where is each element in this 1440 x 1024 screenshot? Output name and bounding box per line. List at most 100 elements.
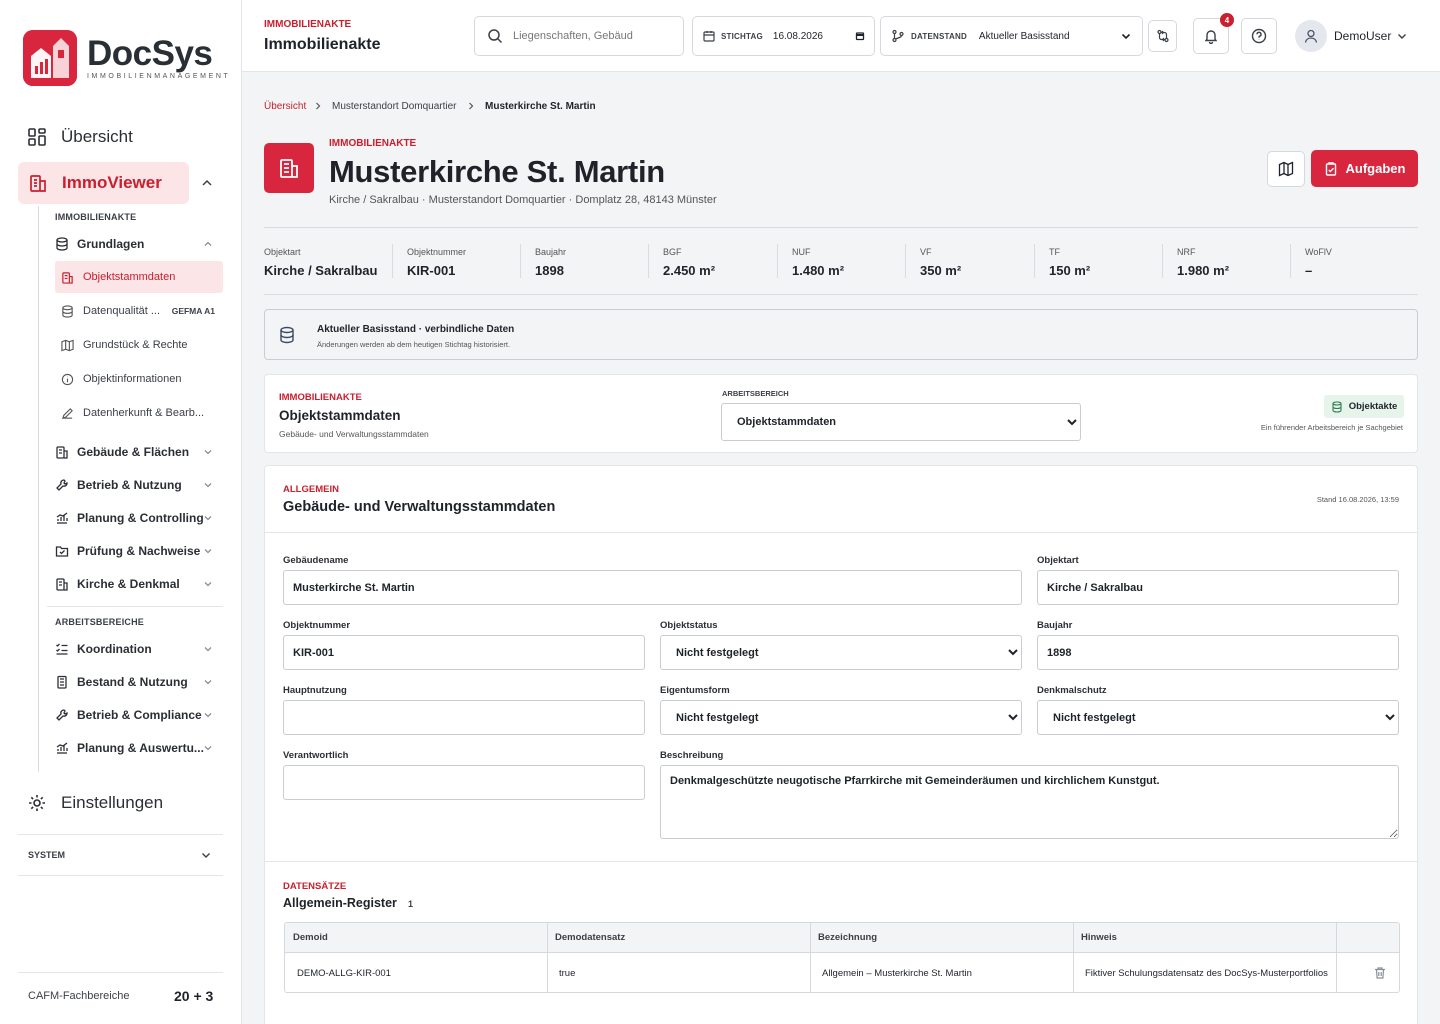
chevron-down-icon[interactable] bbox=[203, 447, 213, 457]
form-title: Gebäude- und Verwaltungsstammdaten bbox=[283, 499, 556, 515]
sidebar-item-datenqualitaet[interactable]: Datenqualität ... GEFMA A1 bbox=[55, 295, 223, 327]
stammdaten-form-card: ALLGEMEIN Gebäude- und Verwaltungsstammd… bbox=[264, 465, 1418, 1024]
chevron-down-icon[interactable] bbox=[203, 710, 213, 720]
sidebar-item-label: Datenqualität ... bbox=[83, 305, 161, 317]
chevron-down-icon[interactable] bbox=[203, 677, 213, 687]
stichtag-value[interactable]: 16.08.2026 bbox=[773, 31, 823, 42]
baujahr-input[interactable] bbox=[1037, 635, 1399, 670]
eigentumsform-select[interactable]: Nicht festgelegt bbox=[660, 700, 1022, 735]
chevron-down-icon[interactable] bbox=[203, 480, 213, 490]
kpi-value: 150 m² bbox=[1049, 263, 1091, 278]
table-cell[interactable]: Allgemein – Musterkirche St. Martin bbox=[810, 953, 1073, 992]
chevron-down-icon[interactable] bbox=[203, 579, 213, 589]
calendar-picker-icon[interactable] bbox=[855, 31, 865, 41]
sidebar-item-pruefung-nachweise[interactable]: Prüfung & Nachweise bbox=[55, 541, 200, 561]
eigentumsform-label: Eigentumsform bbox=[660, 685, 730, 696]
chevron-down-icon[interactable] bbox=[1396, 30, 1408, 42]
form-kicker: ALLGEMEIN bbox=[283, 484, 339, 495]
sidebar-item-grundstueck[interactable]: Grundstück & Rechte bbox=[55, 329, 223, 361]
gear-icon bbox=[27, 793, 47, 813]
logo[interactable]: DocSys IMMOBILIENMANAGEMENT bbox=[23, 30, 230, 86]
sidebar-item-betrieb-compliance[interactable]: Betrieb & Compliance bbox=[55, 705, 202, 725]
tasks-button[interactable]: Aufgaben bbox=[1311, 150, 1418, 187]
avatar[interactable] bbox=[1295, 20, 1327, 52]
sidebar-item-objektstammdaten[interactable]: Objektstammdaten bbox=[55, 261, 223, 293]
search-input[interactable] bbox=[513, 30, 633, 42]
table-cell[interactable]: true bbox=[547, 953, 810, 992]
sidebar-item-label: Planung & Controlling bbox=[77, 511, 204, 525]
beschreibung-textarea[interactable]: Denkmalgeschützte neugotische Pfarrkirch… bbox=[660, 765, 1399, 839]
nav-settings[interactable]: Einstellungen bbox=[27, 793, 163, 813]
denkmalschutz-select[interactable]: Nicht festgelegt bbox=[1037, 700, 1399, 735]
chevron-right-icon bbox=[313, 101, 323, 111]
divider bbox=[18, 972, 223, 973]
user-name[interactable]: DemoUser bbox=[1334, 29, 1391, 43]
building-icon bbox=[55, 445, 69, 459]
grid-icon bbox=[27, 127, 47, 147]
kpi-label: Objektnummer bbox=[407, 247, 467, 257]
search-box[interactable] bbox=[474, 16, 684, 56]
nav-overview[interactable]: Übersicht bbox=[27, 127, 133, 147]
chevron-up-icon[interactable] bbox=[203, 239, 213, 249]
verantwortlich-input[interactable] bbox=[283, 765, 645, 800]
sidebar-item-betrieb-nutzung[interactable]: Betrieb & Nutzung bbox=[55, 475, 182, 495]
objektstatus-select[interactable]: Nicht festgelegt bbox=[660, 635, 1022, 670]
arbeitsbereich-select[interactable]: Objektstammdaten bbox=[721, 403, 1081, 441]
compare-button[interactable] bbox=[1148, 20, 1177, 52]
chevron-down-icon[interactable] bbox=[203, 546, 213, 556]
sidebar-item-label: Grundstück & Rechte bbox=[83, 339, 188, 351]
chevron-down-icon[interactable] bbox=[203, 513, 213, 523]
kpi-label: NRF bbox=[1177, 247, 1196, 257]
section-immobilienakte: IMMOBILIENAKTE bbox=[55, 212, 137, 222]
data-status-notice: Aktueller Basisstand · verbindliche Date… bbox=[264, 309, 1418, 360]
nav-immoviewer[interactable]: ImmoViewer bbox=[18, 162, 189, 204]
info-icon bbox=[61, 373, 74, 386]
kpi-label: TF bbox=[1049, 247, 1060, 257]
table-cell[interactable]: DEMO-ALLG-KIR-001 bbox=[285, 953, 547, 992]
kpi-label: BGF bbox=[663, 247, 682, 257]
hauptnutzung-input[interactable] bbox=[283, 700, 645, 735]
chevron-down-icon[interactable] bbox=[203, 644, 213, 654]
sidebar-item-gebaeude-flaechen[interactable]: Gebäude & Flächen bbox=[55, 442, 189, 462]
chevron-down-icon[interactable] bbox=[200, 849, 212, 861]
workspace-title: Objektstammdaten bbox=[279, 408, 401, 423]
datenstand-select[interactable]: DATENSTAND Aktueller Basisstand bbox=[880, 16, 1143, 56]
sidebar-item-objektinformationen[interactable]: Objektinformationen bbox=[55, 363, 223, 395]
chevron-up-icon[interactable] bbox=[200, 176, 214, 190]
sidebar-item-datenherkunft[interactable]: Datenherkunft & Bearb... bbox=[55, 397, 223, 429]
sidebar-item-kirche-denkmal[interactable]: Kirche & Denkmal bbox=[55, 574, 180, 594]
divider bbox=[1336, 923, 1337, 992]
objektart-input[interactable] bbox=[1037, 570, 1399, 605]
sidebar-item-grundlagen[interactable]: Grundlagen bbox=[55, 234, 144, 254]
trash-icon[interactable] bbox=[1373, 966, 1387, 980]
sidebar-item-label: Datenherkunft & Bearb... bbox=[83, 407, 205, 419]
help-button[interactable] bbox=[1241, 18, 1277, 54]
sidebar-item-label: Objektinformationen bbox=[83, 373, 182, 385]
table-cell[interactable]: Fiktiver Schulungsdatensatz des DocSys-M… bbox=[1073, 953, 1336, 992]
sidebar-item-koordination[interactable]: Koordination bbox=[55, 639, 152, 659]
map-button[interactable] bbox=[1267, 151, 1305, 187]
arbeitsbereich-label: ARBEITSBEREICH bbox=[722, 389, 789, 398]
section-system[interactable]: SYSTEM bbox=[28, 850, 65, 860]
page-subtitle: Kirche / Sakralbau · Musterstandort Domq… bbox=[329, 194, 717, 206]
chevron-down-icon bbox=[1120, 30, 1132, 42]
stichtag-picker[interactable]: STICHTAG 16.08.2026 bbox=[692, 16, 875, 56]
divider bbox=[18, 875, 223, 876]
sidebar-item-planung-auswertung[interactable]: Planung & Auswertu... bbox=[55, 738, 204, 758]
nav-overview-label: Übersicht bbox=[61, 127, 133, 146]
page-title: Musterkirche St. Martin bbox=[329, 154, 665, 189]
divider bbox=[265, 861, 1417, 862]
database-icon bbox=[1331, 400, 1343, 413]
breadcrumb-standort[interactable]: Musterstandort Domquartier bbox=[332, 101, 457, 112]
notifications-button[interactable]: 4 bbox=[1193, 13, 1234, 54]
kpi-nuf: NUF 1.480 m² bbox=[792, 247, 844, 278]
breadcrumb-overview[interactable]: Übersicht bbox=[264, 101, 306, 112]
objektnummer-input[interactable] bbox=[283, 635, 645, 670]
logo-name: DocSys bbox=[87, 34, 213, 73]
sidebar-item-bestand-nutzung[interactable]: Bestand & Nutzung bbox=[55, 672, 188, 692]
chevron-down-icon[interactable] bbox=[203, 743, 213, 753]
sidebar-item-planung-controlling[interactable]: Planung & Controlling bbox=[55, 508, 204, 528]
topbar-title: Immobilienakte bbox=[264, 36, 381, 53]
gebaeudename-input[interactable] bbox=[283, 570, 1022, 605]
check-folder-icon bbox=[55, 544, 69, 558]
